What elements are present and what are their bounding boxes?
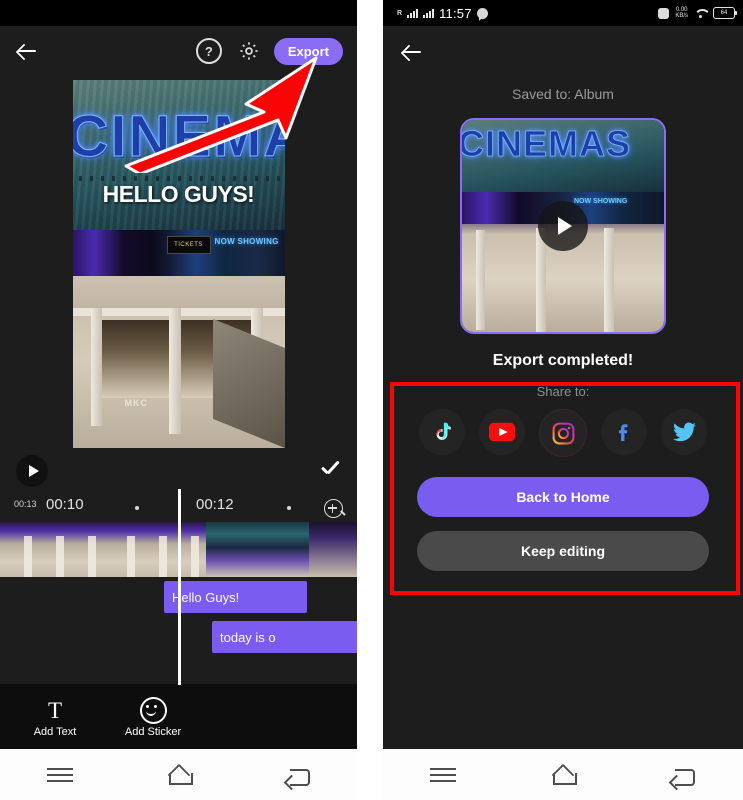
network-speed-unit: KB/s <box>675 13 688 19</box>
player-controls <box>0 448 357 494</box>
add-text-icon: T <box>24 696 86 726</box>
add-sticker-icon <box>122 696 184 726</box>
frame-detail <box>0 536 103 577</box>
help-icon[interactable]: ? <box>195 38 222 64</box>
gear-icon[interactable] <box>238 40 260 62</box>
menu-icon[interactable] <box>426 762 460 788</box>
share-to-label: Share to: <box>536 384 590 399</box>
tickets-sign: TICKETS <box>166 236 211 254</box>
twitter-icon[interactable] <box>661 409 707 455</box>
keep-editing-button[interactable]: Keep editing <box>417 531 709 571</box>
add-sticker-label: Add Sticker <box>124 725 182 738</box>
back-arrow-icon[interactable] <box>399 39 425 65</box>
tiktok-icon[interactable] <box>419 409 465 455</box>
ruler-mark-1: 00:12 <box>196 496 234 513</box>
play-button[interactable] <box>16 455 48 487</box>
marquee-text: CINEMAS <box>72 104 285 169</box>
thumb-play-button[interactable] <box>538 201 588 251</box>
right-status-bar: R 11:57 0.00 KB/s 64 <box>383 0 743 26</box>
zoom-in-icon[interactable] <box>324 499 343 518</box>
message-icon <box>476 7 488 21</box>
thumb-now-showing-sign: NOW SHOWING <box>574 198 628 205</box>
network-speed: 0.00 KB/s <box>675 7 688 19</box>
left-status-bar <box>0 0 357 26</box>
text-glyph: T <box>47 698 63 723</box>
saved-to-label: Saved to: Album <box>512 86 614 102</box>
right-navigation-bar <box>383 749 743 800</box>
battery-level: 64 <box>720 10 728 16</box>
screenshot-root: ? Export CINEMAS HELLO GUYS! TICKETS <box>0 0 743 800</box>
left-navigation-bar <box>0 749 357 800</box>
filmstrip-frame[interactable] <box>0 522 103 577</box>
ruler-mark-0: 00:10 <box>46 496 84 513</box>
smiley-icon <box>139 697 167 724</box>
filmstrip-frame[interactable] <box>309 522 357 577</box>
video-thumbnail[interactable]: CINEMAS NOW SHOWING <box>460 118 666 334</box>
video-preview-container: CINEMAS HELLO GUYS! TICKETS NOW SHOWING … <box>0 76 357 448</box>
home-icon[interactable] <box>546 762 580 788</box>
phone-gutter <box>357 0 383 800</box>
editor-top-bar: ? Export <box>0 26 357 76</box>
pillar <box>168 308 181 434</box>
store-sign: MKC <box>124 398 148 408</box>
zoom-icon-handle <box>340 510 346 516</box>
video-preview[interactable]: CINEMAS HELLO GUYS! TICKETS NOW SHOWING … <box>72 80 285 448</box>
check-icon[interactable] <box>319 460 341 482</box>
tickets-sign-label: TICKETS <box>174 242 203 248</box>
filmstrip-frame[interactable] <box>206 522 309 577</box>
play-icon <box>28 465 39 477</box>
status-clock: 11:57 <box>439 5 472 21</box>
alarm-icon <box>658 7 670 19</box>
back-to-home-button[interactable]: Back to Home <box>417 477 709 517</box>
youtube-icon[interactable] <box>479 409 525 455</box>
text-clip[interactable]: Hello Guys! <box>164 581 307 613</box>
frame-detail <box>103 536 206 577</box>
left-phone-screen: ? Export CINEMAS HELLO GUYS! TICKETS <box>0 0 357 800</box>
timeline-tracks[interactable]: Hello Guys! today is o <box>0 489 357 685</box>
status-left-cluster: R 11:57 <box>397 0 488 26</box>
text-clip[interactable]: today is o <box>212 621 357 653</box>
status-right-cluster: 0.00 KB/s 64 <box>658 0 737 26</box>
instagram-icon[interactable] <box>539 409 587 457</box>
thumbnail-container: CINEMAS NOW SHOWING <box>383 118 743 334</box>
back-icon[interactable] <box>666 762 700 788</box>
battery-icon: 64 <box>713 7 737 19</box>
ruler-tick <box>135 506 139 510</box>
signal-icon-2 <box>423 8 435 18</box>
share-options-row <box>383 409 743 457</box>
right-phone-screen: R 11:57 0.00 KB/s 64 Saved to: Album CIN… <box>383 0 743 800</box>
thumb-marquee-text: CINEMAS <box>460 123 632 165</box>
clip-duration-label: 00:13 <box>14 499 37 509</box>
export-button[interactable]: Export <box>273 37 343 65</box>
add-text-label: Add Text <box>33 725 77 738</box>
menu-icon[interactable] <box>43 762 77 788</box>
home-icon[interactable] <box>162 762 196 788</box>
filmstrip-frame[interactable] <box>103 522 206 577</box>
signal-icon-1 <box>407 8 419 18</box>
roaming-indicator: R <box>397 9 403 17</box>
add-sticker-button[interactable]: Add Sticker <box>122 696 184 738</box>
back-arrow-icon[interactable] <box>14 38 40 64</box>
ruler-tick <box>287 506 291 510</box>
play-icon <box>557 217 572 235</box>
export-status-label: Export completed! <box>492 352 634 369</box>
thumb-pillar <box>604 228 614 332</box>
video-text-overlay[interactable]: HELLO GUYS! <box>73 181 285 208</box>
thumb-pillar <box>476 230 485 330</box>
pillar <box>90 308 102 426</box>
playhead[interactable] <box>178 489 181 685</box>
editor-toolbar: T Add Text Add Sticker <box>0 684 357 749</box>
export-top-bar <box>383 26 743 78</box>
now-showing-sign: NOW SHOWING <box>214 237 279 246</box>
shop-window <box>100 320 171 398</box>
wifi-icon <box>694 8 707 18</box>
back-icon[interactable] <box>281 762 315 788</box>
facebook-icon[interactable] <box>601 409 647 455</box>
add-text-button[interactable]: T Add Text <box>24 696 86 738</box>
